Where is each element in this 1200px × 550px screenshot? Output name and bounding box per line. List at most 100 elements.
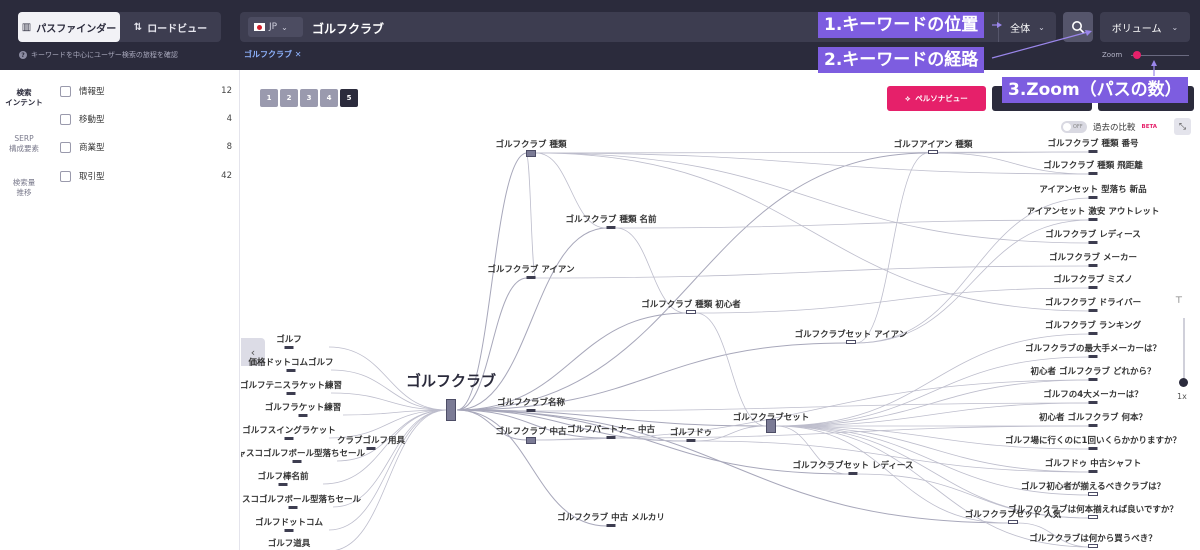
node-marker[interactable]	[848, 472, 858, 475]
right-node-label[interactable]: ゴルフ場に行くのに1回いくらかかりますか？	[1005, 434, 1181, 446]
right-node-label[interactable]: ゴルフクラブ ランキング	[1045, 319, 1141, 331]
node-marker[interactable]	[526, 409, 536, 412]
node-marker[interactable]	[928, 150, 938, 154]
right-node-label[interactable]: ゴルフクラブ 種類 番号	[1048, 137, 1139, 149]
right-node-label[interactable]: 初心者 ゴルフクラブ どれから？	[1031, 365, 1156, 377]
node-marker[interactable]	[1088, 196, 1098, 199]
right-node-label[interactable]: ゴルフクラブ メーカー	[1049, 251, 1137, 263]
node-marker[interactable]	[526, 276, 536, 279]
mid-node-label[interactable]: ゴルフアイアン 種類	[894, 138, 973, 150]
node-marker[interactable]	[606, 436, 616, 439]
node-marker[interactable]	[1088, 515, 1098, 519]
right-node-label[interactable]: ゴルフドゥ 中古シャフト	[1045, 457, 1141, 469]
filter-navigational[interactable]: 移動型 4	[60, 112, 232, 126]
mid-node-label[interactable]: ゴルフクラブ 中古	[496, 425, 567, 437]
node-marker[interactable]	[1088, 447, 1098, 450]
node-marker[interactable]	[1088, 544, 1098, 548]
collapse-icon[interactable]: ⤡	[1174, 118, 1191, 135]
rail-item-intent[interactable]: 検索 インテント	[0, 88, 48, 108]
persona-view-button[interactable]: ⟡ ペルソナビュー	[887, 86, 986, 111]
node-marker[interactable]	[1088, 492, 1098, 496]
checkbox[interactable]	[60, 113, 71, 125]
mid-node-label[interactable]: クラブゴルフ用具	[337, 434, 405, 446]
mid-node-label[interactable]: ゴルフクラブ 種類 名前	[566, 213, 657, 225]
page-2-button[interactable]: 2	[280, 89, 298, 107]
right-node-label[interactable]: ゴルフクラブ ドライバー	[1045, 296, 1141, 308]
right-node-label[interactable]: ゴルフの4大メーカーは？	[1043, 388, 1142, 400]
page-1-button[interactable]: 1	[260, 89, 278, 107]
node-marker[interactable]	[284, 529, 294, 532]
left-node-label[interactable]: ゴルフテニスラケット練習	[241, 379, 342, 391]
rail-item-trend[interactable]: 検索量 推移	[0, 178, 48, 198]
mid-node-label[interactable]: ゴルフパートナー 中古	[567, 423, 655, 435]
node-marker[interactable]	[1088, 218, 1098, 221]
node-marker[interactable]	[766, 419, 776, 433]
search-input[interactable]: ゴルフクラブ	[312, 20, 384, 37]
node-marker[interactable]	[606, 226, 616, 229]
zoom-slider-handle[interactable]	[1133, 51, 1141, 59]
checkbox[interactable]	[60, 85, 71, 97]
rail-item-serp[interactable]: SERP 構成要素	[0, 134, 48, 154]
right-node-label[interactable]: ゴルフクラブ 種類 飛距離	[1043, 159, 1142, 171]
left-node-label[interactable]: ゴルフドットコム	[255, 516, 323, 528]
node-marker[interactable]	[298, 414, 308, 417]
filter-commercial[interactable]: 商業型 8	[60, 140, 232, 154]
mid-node-label[interactable]: ゴルフクラブ 種類	[496, 138, 567, 150]
left-node-label[interactable]: 価格ドットコムゴルフ	[248, 356, 333, 368]
mid-node-label[interactable]: ゴルフクラブセット アイアン	[795, 328, 908, 340]
mid-node-label[interactable]: ゴルフドゥ	[670, 426, 713, 438]
fit-icon[interactable]: ⊤	[1175, 296, 1183, 306]
tab-pathfinder[interactable]: ▥ パスファインダー	[18, 12, 120, 42]
mid-node-label[interactable]: ゴルフクラブ アイアン	[487, 263, 574, 275]
right-node-label[interactable]: ゴルフのクラブは何本揃えれば良いですか？	[1008, 503, 1178, 515]
node-marker[interactable]	[446, 399, 456, 421]
page-3-button[interactable]: 3	[300, 89, 318, 107]
compare-toggle[interactable]: OFF	[1061, 121, 1087, 133]
metric-select[interactable]: ボリューム ⌄	[1100, 12, 1190, 42]
filter-transactional[interactable]: 取引型 42	[60, 169, 232, 183]
right-node-label[interactable]: アイアンセット 激安 アウトレット	[1027, 205, 1160, 217]
node-marker[interactable]	[606, 524, 616, 527]
node-marker[interactable]	[286, 392, 296, 395]
vertical-zoom-slider[interactable]	[1183, 318, 1185, 383]
node-marker[interactable]	[1088, 401, 1098, 404]
checkbox[interactable]	[60, 141, 71, 153]
node-marker[interactable]	[526, 150, 536, 157]
node-marker[interactable]	[686, 310, 696, 314]
right-node-label[interactable]: ゴルフ初心者が揃えるべきクラブは？	[1021, 480, 1165, 492]
right-node-label[interactable]: ゴルフクラブ レディース	[1045, 228, 1140, 240]
node-marker[interactable]	[292, 460, 302, 463]
left-node-label[interactable]: ゴルフスイングラケット	[242, 424, 336, 436]
node-marker[interactable]	[686, 439, 696, 442]
node-marker[interactable]	[1088, 470, 1098, 473]
country-select[interactable]: JP ⌄	[248, 17, 303, 37]
node-marker[interactable]	[846, 340, 856, 344]
left-node-label[interactable]: キャスコゴルフボール型落ちセール	[241, 447, 365, 459]
mid-node-label[interactable]: ゴルフクラブ 種類 初心者	[641, 298, 740, 310]
node-marker[interactable]	[1008, 520, 1018, 524]
left-node-label[interactable]: キャスコゴルフボール型落ちセール	[241, 493, 361, 505]
page-4-button[interactable]: 4	[320, 89, 338, 107]
search-button[interactable]	[1063, 12, 1093, 42]
left-node-label[interactable]: ゴルフラケット練習	[265, 401, 342, 413]
right-node-label[interactable]: 初心者 ゴルフクラブ 何本？	[1039, 411, 1147, 423]
node-marker[interactable]	[288, 506, 298, 509]
node-marker[interactable]	[1088, 264, 1098, 267]
node-marker[interactable]	[1088, 286, 1098, 289]
right-node-label[interactable]: ゴルフクラブ ミズノ	[1053, 273, 1132, 285]
node-marker[interactable]	[1088, 150, 1098, 153]
node-marker[interactable]	[526, 437, 536, 444]
node-marker[interactable]	[1088, 172, 1098, 175]
node-marker[interactable]	[284, 346, 294, 349]
node-marker[interactable]	[1088, 309, 1098, 312]
left-node-label[interactable]: ゴルフ道具	[268, 537, 311, 549]
node-marker[interactable]	[286, 369, 296, 372]
keyword-chip[interactable]: ゴルフクラブ ✕	[244, 49, 302, 60]
node-marker[interactable]	[1088, 424, 1098, 427]
node-marker[interactable]	[1088, 378, 1098, 381]
scope-select[interactable]: 全体 ⌄	[998, 12, 1056, 42]
tab-roadview[interactable]: ⇅ ロードビュー	[120, 12, 221, 42]
left-node-label[interactable]: ゴルフ棒名前	[257, 470, 308, 482]
node-marker[interactable]	[278, 483, 288, 486]
node-marker[interactable]	[1088, 355, 1098, 358]
